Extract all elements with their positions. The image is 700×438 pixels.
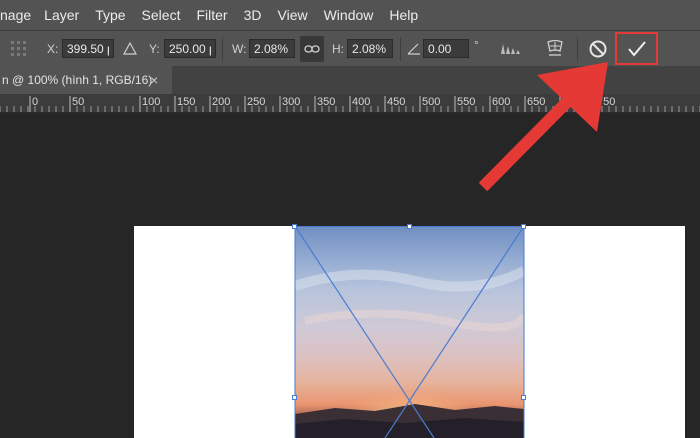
- x-label: X:: [47, 42, 59, 56]
- transform-handle-top-left[interactable]: [292, 224, 297, 229]
- transform-handle-middle-left[interactable]: [292, 395, 297, 400]
- width-input[interactable]: [249, 39, 295, 58]
- menu-layer[interactable]: Layer: [44, 7, 79, 23]
- ruler-label: 500: [422, 96, 440, 108]
- menu-view[interactable]: View: [278, 7, 308, 23]
- divider: [400, 37, 401, 61]
- ruler-label: 650: [527, 96, 545, 108]
- menu-help[interactable]: Help: [389, 7, 418, 23]
- ruler-label: 100: [142, 96, 160, 108]
- warp-mode-icon[interactable]: [546, 39, 564, 59]
- y-label: Y:: [149, 42, 160, 56]
- ruler-ticks: 0 50 100 150 200 250 300 350 400 450 500 550 600 650 7…: [0, 96, 700, 112]
- degree-symbol: °: [474, 38, 479, 52]
- ruler-label: 450: [387, 96, 405, 108]
- transform-handle-top-center[interactable]: [407, 224, 412, 229]
- menu-3d[interactable]: 3D: [244, 7, 262, 23]
- document-tab[interactable]: n @ 100% (hình 1, RGB/16) ×: [0, 66, 172, 94]
- ruler-label: 700: [562, 96, 580, 108]
- menu-filter[interactable]: Filter: [196, 7, 227, 23]
- tab-close-icon[interactable]: ×: [150, 72, 158, 88]
- menu-bar: nage Layer Type Select Filter 3D View Wi…: [0, 0, 700, 30]
- document-tab-title: n @ 100% (hình 1, RGB/16): [2, 73, 153, 87]
- transform-options-bar: X: Y: W: H: °: [0, 30, 700, 67]
- checkmark-icon: [628, 41, 646, 57]
- ruler-label: 250: [247, 96, 265, 108]
- reference-point-icon[interactable]: [10, 40, 28, 58]
- cancel-transform-icon[interactable]: [588, 39, 608, 59]
- ruler-label: 200: [212, 96, 230, 108]
- menu-select[interactable]: Select: [142, 7, 181, 23]
- divider: [222, 37, 223, 61]
- y-position-input[interactable]: [164, 39, 216, 58]
- height-label: H:: [332, 42, 344, 56]
- ruler-label: 400: [352, 96, 370, 108]
- document-tab-bar: n @ 100% (hình 1, RGB/16) ×: [0, 66, 700, 94]
- transform-handle-middle-right[interactable]: [521, 395, 526, 400]
- link-icon: [304, 45, 320, 53]
- link-button[interactable]: [300, 36, 324, 62]
- height-input[interactable]: [347, 39, 393, 58]
- ruler-label: 600: [492, 96, 510, 108]
- menu-image[interactable]: nage: [0, 7, 31, 23]
- document-canvas-white: [134, 224, 685, 438]
- ruler-label: 750: [597, 96, 615, 108]
- ruler-label: 300: [282, 96, 300, 108]
- ruler-label: 0: [32, 96, 38, 108]
- x-position-input[interactable]: [62, 39, 114, 58]
- divider: [577, 37, 578, 61]
- width-label: W:: [232, 42, 247, 56]
- relative-position-icon[interactable]: [123, 42, 137, 55]
- transform-bounding-box[interactable]: [134, 226, 685, 438]
- skew-icon[interactable]: [500, 41, 522, 55]
- menu-type[interactable]: Type: [95, 7, 125, 23]
- ruler-label: 150: [177, 96, 195, 108]
- commit-transform-button[interactable]: [615, 32, 658, 65]
- ruler-label: 50: [72, 96, 84, 108]
- menu-window[interactable]: Window: [324, 7, 374, 23]
- ruler-label: 550: [457, 96, 475, 108]
- rotate-angle-icon: [407, 43, 420, 55]
- horizontal-ruler: 0 50 100 150 200 250 300 350 400 450 500 550 600 650 7…: [0, 94, 700, 113]
- rotate-angle-input[interactable]: [423, 39, 469, 58]
- transform-handle-top-right[interactable]: [521, 224, 526, 229]
- ruler-label: 350: [317, 96, 335, 108]
